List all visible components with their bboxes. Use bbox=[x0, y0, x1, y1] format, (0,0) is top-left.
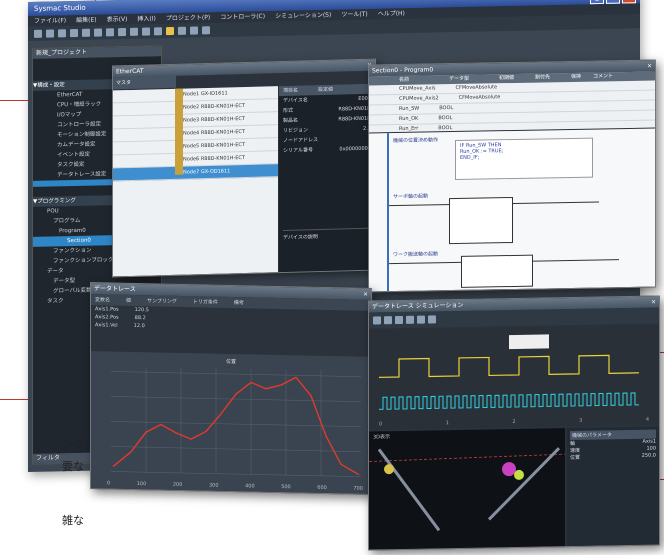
waveform-plot bbox=[379, 334, 639, 410]
prop-name: デバイス名 bbox=[283, 97, 308, 104]
device-icons bbox=[175, 88, 183, 175]
trace-settings: 変数名 値 サンプリング トリガ条件 備考 Axis1.Pos 120.5 Axi… bbox=[91, 294, 371, 356]
cut-icon[interactable] bbox=[94, 28, 102, 37]
ethercat-editor: EtherCAT× マスタ Node1 GX-ID1611 Node2 R88D… bbox=[112, 58, 376, 278]
simulation-window: データトレース シミュレーション × 012 34 3D表示 機械のパラメータ 軸… bbox=[368, 295, 660, 551]
tab-master[interactable]: マスタ bbox=[113, 75, 176, 90]
trace-col: 備考 bbox=[233, 300, 244, 307]
paste-icon[interactable] bbox=[118, 27, 126, 37]
prop-header-value: 設定値 bbox=[318, 86, 334, 94]
menu-project[interactable]: プロジェクト(P) bbox=[166, 12, 210, 24]
copy-icon[interactable] bbox=[106, 28, 114, 37]
st-line: END_IF; bbox=[460, 154, 480, 161]
3d-view[interactable]: 3D表示 bbox=[368, 428, 566, 550]
device-note: デバイスの説明 bbox=[283, 227, 371, 262]
caption-fragment: 要な bbox=[62, 460, 84, 473]
menu-help[interactable]: ヘルプ(H) bbox=[378, 8, 405, 20]
programming-window: Section0 - Program0 × 名前 データ型 初期値 割付先 保持 … bbox=[368, 59, 656, 293]
caption-fragment: 雑な bbox=[62, 514, 84, 527]
wave-cyan bbox=[379, 392, 639, 410]
power-rail bbox=[387, 133, 389, 292]
open-icon[interactable] bbox=[46, 29, 54, 38]
menu-edit[interactable]: 編集(E) bbox=[76, 15, 96, 26]
trace-col: サンプリング bbox=[147, 298, 177, 305]
var-col-retain: 保持 bbox=[571, 73, 582, 80]
app-title: Sysmac Studio bbox=[34, 3, 86, 13]
caption-fragment: ンク bbox=[62, 438, 84, 451]
menu-insert[interactable]: 挿入(I) bbox=[137, 13, 155, 24]
menu-tools[interactable]: ツール(T) bbox=[341, 9, 367, 21]
redo-icon[interactable] bbox=[82, 28, 90, 37]
close-icon[interactable]: × bbox=[363, 289, 368, 300]
menu-view[interactable]: 表示(V) bbox=[107, 14, 128, 25]
close-icon[interactable]: × bbox=[647, 61, 652, 72]
close-icon[interactable]: × bbox=[651, 297, 656, 308]
waveform-panel: 012 34 bbox=[369, 324, 659, 430]
prop-name: シリアル番号 bbox=[283, 147, 313, 154]
parameter-panel: 機械のパラメータ 軸 Axis1 速度 100 位置 250.0 bbox=[567, 426, 659, 547]
trace-col: トリガ条件 bbox=[192, 299, 218, 306]
stop-icon[interactable] bbox=[395, 315, 403, 325]
node-list: Node1 GX-ID1611 Node2 R88D-KN01H-ECT Nod… bbox=[113, 86, 278, 277]
trace-col: 値 bbox=[126, 297, 132, 304]
function-block[interactable] bbox=[461, 254, 533, 288]
warning-icon[interactable] bbox=[166, 26, 174, 36]
rung-comment: ワーク搬送軸の起動 bbox=[393, 251, 439, 259]
wave-yellow bbox=[379, 354, 639, 378]
3d-scene bbox=[368, 447, 566, 532]
save-icon[interactable] bbox=[58, 29, 66, 38]
trace-chart: 位置 0 100 200 300 400 500 600 700 bbox=[91, 351, 371, 494]
tooltip-box bbox=[509, 334, 549, 350]
maximize-button[interactable]: □ bbox=[606, 0, 620, 4]
new-icon[interactable] bbox=[34, 29, 42, 38]
data-trace-window: データトレース × 変数名 値 サンプリング トリガ条件 備考 Axis1.Pos… bbox=[90, 282, 372, 495]
trace-col: 変数名 bbox=[95, 297, 111, 304]
prop-name: 製品名 bbox=[283, 117, 299, 124]
3d-label: 3D表示 bbox=[373, 434, 391, 441]
rung-comment: サーボ軸の起動 bbox=[393, 193, 429, 201]
var-col-comment: コメント bbox=[593, 73, 614, 80]
rung-comment: 機械の位置決め動作 bbox=[393, 137, 439, 145]
var-col-assign: 割付先 bbox=[535, 74, 551, 81]
play-icon[interactable] bbox=[373, 316, 381, 325]
minimize-button[interactable]: _ bbox=[590, 0, 604, 5]
prop-name: リビジョン bbox=[283, 127, 309, 134]
var-col-init: 初期値 bbox=[499, 74, 515, 82]
param-row: 位置 250.0 bbox=[570, 452, 656, 462]
online-icon[interactable] bbox=[154, 27, 162, 36]
transfer-icon[interactable] bbox=[178, 26, 186, 35]
trace-plot bbox=[111, 367, 361, 478]
function-block[interactable] bbox=[449, 196, 513, 245]
menu-controller[interactable]: コントローラ(C) bbox=[220, 11, 265, 23]
menu-simulation[interactable]: シミュレーション(S) bbox=[275, 10, 331, 22]
undo-icon[interactable] bbox=[70, 28, 78, 38]
simulate-icon[interactable] bbox=[190, 26, 198, 35]
close-button[interactable]: × bbox=[622, 0, 636, 4]
cursor-icon[interactable] bbox=[428, 315, 436, 324]
search-icon[interactable] bbox=[130, 27, 138, 36]
zoom-icon[interactable] bbox=[417, 315, 425, 324]
property-panel: 項目名 設定値 デバイス名 E001 形式 R88D-KN01H 製品名 R88D-K… bbox=[279, 83, 375, 273]
pause-icon[interactable] bbox=[384, 316, 392, 325]
variable-table: 名前 データ型 初期値 割付先 保持 コメント CPUMove_Axis CFMo… bbox=[369, 71, 655, 136]
prop-name: 形式 bbox=[283, 107, 294, 114]
step-icon[interactable] bbox=[406, 315, 414, 324]
prop-header-name: 項目名 bbox=[283, 87, 299, 94]
inline-st-box[interactable]: IF Run_SW THEN Run_OK := TRUE; END_IF; bbox=[455, 137, 593, 180]
stop-icon[interactable] bbox=[202, 26, 210, 35]
prop-value[interactable]: 0x00000000 bbox=[339, 144, 371, 155]
build-icon[interactable] bbox=[142, 27, 150, 36]
menu-file[interactable]: ファイル(F) bbox=[34, 15, 66, 27]
ladder-editor[interactable]: 機械の位置決め動作 IF Run_SW THEN Run_OK := TRUE;… bbox=[369, 128, 655, 292]
